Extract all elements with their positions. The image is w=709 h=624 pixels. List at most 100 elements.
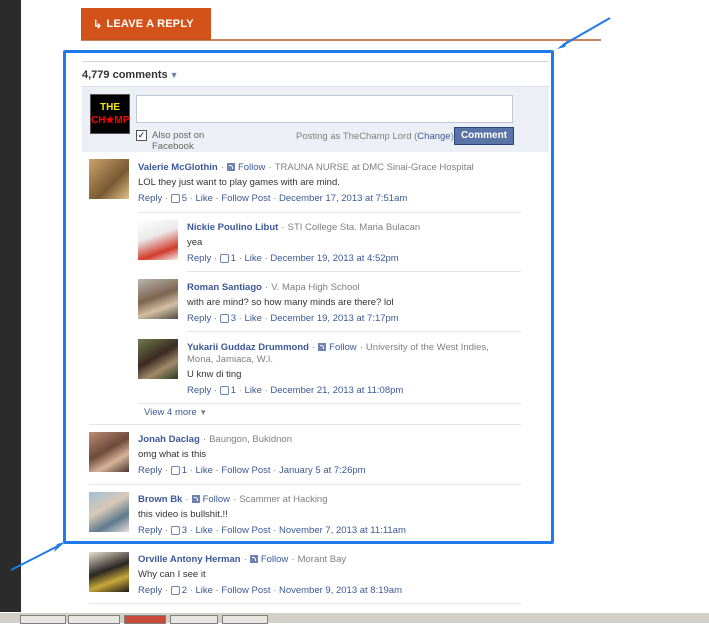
sort-dropdown-icon[interactable]: ▼ xyxy=(170,70,179,80)
commenter-name[interactable]: Nickie Poulino Libut xyxy=(187,222,278,233)
like-count: 3 xyxy=(181,525,188,536)
reply-link[interactable]: Reply xyxy=(138,465,162,476)
leave-a-reply-tab[interactable]: ↳ LEAVE A REPLY xyxy=(81,8,211,40)
reply-link[interactable]: Reply xyxy=(138,193,162,204)
follow-icon xyxy=(318,343,327,352)
commenter-name[interactable]: Orville Antony Herman xyxy=(138,554,241,565)
like-link[interactable]: Like xyxy=(196,193,213,204)
page-left-strip xyxy=(0,0,21,623)
comment-divider xyxy=(89,424,521,425)
comment-header: Brown Bk · Follow · Scammer at Hacking xyxy=(138,494,328,505)
comment-timestamp[interactable]: December 21, 2013 at 11:08pm xyxy=(270,385,403,396)
avatar[interactable] xyxy=(89,552,129,592)
like-count: 1 xyxy=(230,253,237,264)
change-user-link[interactable]: Change xyxy=(417,131,450,142)
commenter-name[interactable]: Jonah Daclag xyxy=(138,434,200,445)
reply-link[interactable]: Reply xyxy=(138,585,162,596)
avatar[interactable] xyxy=(89,492,129,532)
like-count: 5 xyxy=(181,193,188,204)
also-post-checkbox[interactable]: ✓ xyxy=(136,130,147,141)
comment-actions: Reply · 1 · Like · Follow Post · January… xyxy=(138,465,366,476)
avatar[interactable] xyxy=(89,432,129,472)
comment-actions: Reply · 2 · Like · Follow Post · Novembe… xyxy=(138,585,402,596)
comment-input[interactable] xyxy=(136,95,513,123)
comment-divider xyxy=(89,484,521,485)
comment-actions: Reply · 5 · Like · Follow Post · Decembe… xyxy=(138,193,408,204)
comment-text: omg what is this xyxy=(138,449,207,460)
reply-divider xyxy=(138,403,521,404)
annotation-arrow-top xyxy=(557,17,611,49)
like-count-icon xyxy=(170,525,180,535)
avatar[interactable] xyxy=(138,339,178,379)
follow-post-link[interactable]: Follow Post xyxy=(221,193,270,204)
also-post-option[interactable]: ✓ Also post on Facebook xyxy=(136,130,232,152)
reply-link[interactable]: Reply xyxy=(187,313,211,324)
comment-actions: Reply · 1 · Like · December 19, 2013 at … xyxy=(187,253,399,264)
follow-post-link[interactable]: Follow Post xyxy=(221,585,270,596)
commenter-meta: V. Mapa High School xyxy=(271,282,360,293)
comment-timestamp[interactable]: December 17, 2013 at 7:51am xyxy=(279,193,407,204)
avatar[interactable] xyxy=(138,220,178,260)
comments-top-divider xyxy=(82,61,549,62)
reply-divider xyxy=(187,271,521,272)
comment-count[interactable]: 4,779 comments ▼ xyxy=(82,69,179,81)
like-link[interactable]: Like xyxy=(196,525,213,536)
comment-composer: THE CH★MP ✓ Also post on Facebook Postin… xyxy=(82,86,549,152)
like-count-icon xyxy=(170,193,180,203)
follow-link[interactable]: Follow xyxy=(238,162,265,173)
like-count-icon xyxy=(170,465,180,475)
follow-post-link[interactable]: Follow Post xyxy=(221,525,270,536)
commenter-name[interactable]: Valerie McGlothin xyxy=(138,162,218,173)
follow-link[interactable]: Follow xyxy=(203,494,230,505)
commenter-meta: STI College Sta. Maria Bulacan xyxy=(287,222,421,233)
commenter-meta: University of the West Indies, xyxy=(365,342,489,353)
commenter-name[interactable]: Roman Santiago xyxy=(187,282,262,293)
comment-text: yea xyxy=(187,237,203,248)
view-more-replies-link[interactable]: View 4 more ▼ xyxy=(144,407,207,418)
like-link[interactable]: Like xyxy=(196,585,213,596)
commenter-name[interactable]: Yukarii Guddaz Drummond xyxy=(187,342,309,353)
user-avatar-logo: THE CH★MP xyxy=(90,94,130,134)
comment-actions: Reply · 3 · Like · Follow Post · Novembe… xyxy=(138,525,406,536)
like-count: 2 xyxy=(181,585,188,596)
comment-divider xyxy=(89,603,521,604)
reply-link[interactable]: Reply xyxy=(187,253,211,264)
comment-header: Roman Santiago · V. Mapa High School xyxy=(187,282,360,293)
comment-header: Yukarii Guddaz Drummond · Follow · Univer… xyxy=(187,342,489,353)
leave-a-reply-label: LEAVE A REPLY xyxy=(106,18,194,30)
follow-link[interactable]: Follow xyxy=(261,554,288,565)
follow-post-link[interactable]: Follow Post xyxy=(221,465,270,476)
comment-header: Orville Antony Herman · Follow · Morant B… xyxy=(138,554,347,565)
comment-actions: Reply · 3 · Like · December 19, 2013 at … xyxy=(187,313,399,324)
commenter-name[interactable]: Brown Bk xyxy=(138,494,182,505)
comment-timestamp[interactable]: January 5 at 7:26pm xyxy=(279,465,366,476)
like-count-icon xyxy=(170,585,180,595)
follow-icon xyxy=(226,163,235,172)
like-link[interactable]: Like xyxy=(245,253,262,264)
annotation-arrow-bottom xyxy=(10,542,65,571)
commenter-meta: Baungon, Bukidnon xyxy=(209,434,293,445)
reply-divider xyxy=(138,212,521,213)
comment-button[interactable]: Comment xyxy=(454,127,514,145)
avatar[interactable] xyxy=(89,159,129,199)
reply-link[interactable]: Reply xyxy=(187,385,211,396)
like-link[interactable]: Like xyxy=(245,385,262,396)
like-link[interactable]: Like xyxy=(196,465,213,476)
avatar[interactable] xyxy=(138,279,178,319)
comment-text: U knw di ting xyxy=(187,369,242,380)
comment-timestamp[interactable]: December 19, 2013 at 4:52pm xyxy=(270,253,398,264)
comment-timestamp[interactable]: December 19, 2013 at 7:17pm xyxy=(270,313,398,324)
like-count-icon xyxy=(219,385,229,395)
reply-link[interactable]: Reply xyxy=(138,525,162,536)
reply-divider xyxy=(187,331,521,332)
commenter-meta: Morant Bay xyxy=(297,554,347,565)
chevron-down-icon: ▼ xyxy=(199,408,208,417)
comment-text: Why can I see it xyxy=(138,569,206,580)
follow-link[interactable]: Follow xyxy=(329,342,356,353)
comment-timestamp[interactable]: November 9, 2013 at 8:19am xyxy=(279,585,402,596)
section-divider xyxy=(81,39,601,41)
comment-timestamp[interactable]: November 7, 2013 at 11:11am xyxy=(279,525,406,536)
like-count-icon xyxy=(219,313,229,323)
comment-text: with are mind? so how many minds are the… xyxy=(187,297,394,308)
like-link[interactable]: Like xyxy=(245,313,262,324)
